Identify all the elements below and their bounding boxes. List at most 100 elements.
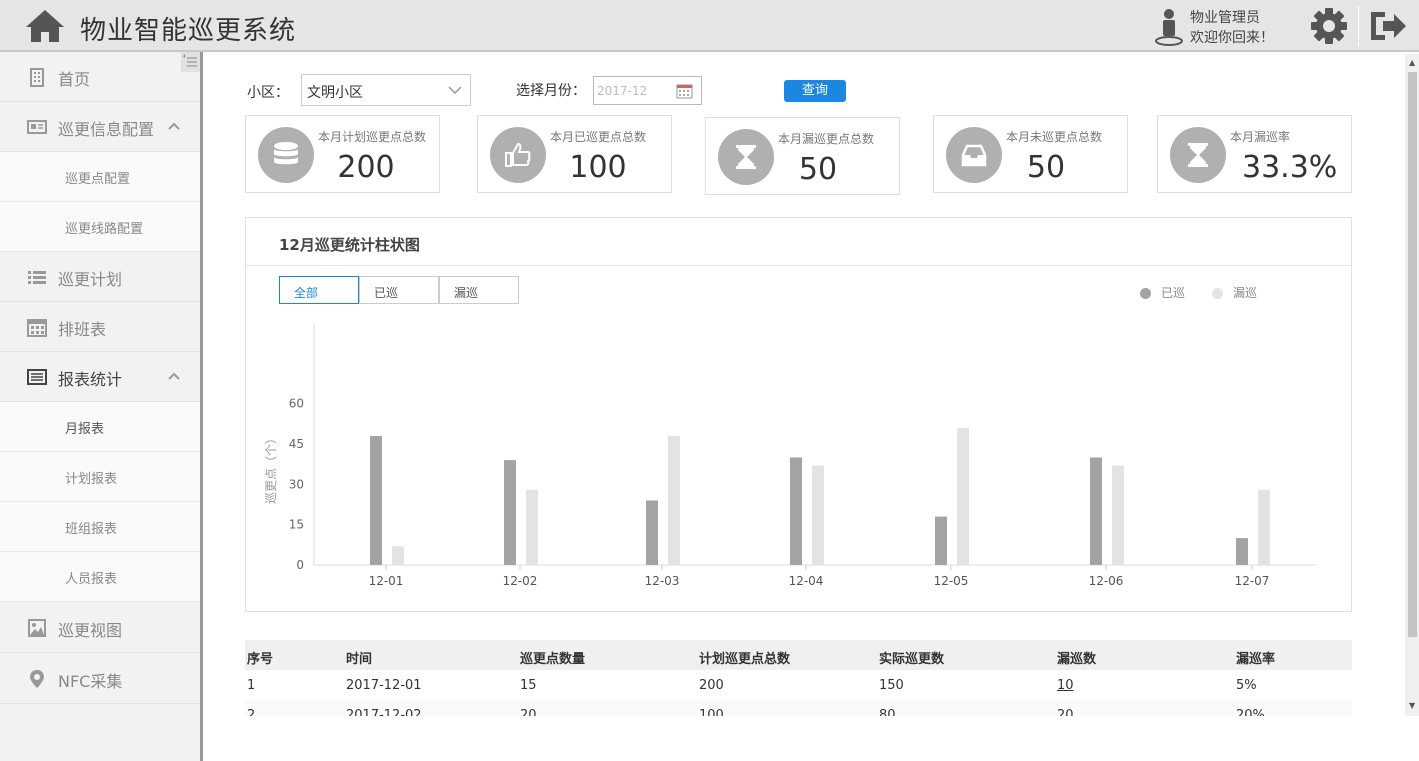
bar-missed bbox=[526, 489, 538, 565]
sidebar-subitem-monthly-report[interactable]: 月报表 bbox=[0, 402, 200, 452]
bar-patrolled bbox=[790, 457, 802, 565]
hourglass-icon bbox=[736, 145, 756, 169]
community-label: 小区： bbox=[247, 85, 289, 101]
sidebar-subitem-label: 人员报表 bbox=[65, 572, 118, 587]
chevron-up-icon bbox=[168, 372, 180, 380]
sidebar-item-label: NFC采集 bbox=[58, 672, 123, 691]
app-title: 物业智能巡更系统 bbox=[80, 16, 297, 46]
sidebar-item-patrol-config[interactable]: 巡更信息配置 bbox=[0, 102, 200, 152]
table-cell: 150 bbox=[879, 678, 904, 693]
community-select[interactable]: 文明小区 bbox=[301, 74, 471, 106]
y-tick-label: 60 bbox=[289, 397, 304, 411]
inbox-icon bbox=[961, 144, 987, 167]
table-cell: 1 bbox=[247, 678, 256, 693]
column-header: 时间 bbox=[346, 652, 373, 667]
table-row[interactable]: 1 2017-12-01 15 200 150 10 5% bbox=[245, 670, 1352, 700]
bar-missed bbox=[812, 465, 824, 565]
bar-patrolled bbox=[935, 516, 947, 565]
stat-title: 本月已巡更点总数 bbox=[550, 130, 647, 144]
sidebar-item-nfc[interactable]: NFC采集 bbox=[0, 654, 200, 704]
sidebar-subitem-team-report[interactable]: 班组报表 bbox=[0, 502, 200, 552]
x-tick-label: 12-01 bbox=[369, 574, 404, 588]
x-tick-label: 12-07 bbox=[1235, 574, 1270, 588]
bar-missed bbox=[957, 427, 969, 565]
scroll-down-arrow[interactable]: ▼ bbox=[1409, 701, 1415, 710]
y-tick-label: 45 bbox=[289, 437, 304, 451]
stat-icon-circle bbox=[490, 127, 546, 183]
sidebar-item-label: 首页 bbox=[58, 70, 91, 89]
chevron-up-icon bbox=[168, 122, 180, 130]
sidebar-item-label: 排班表 bbox=[58, 320, 107, 339]
stat-card-planned: 本月计划巡更点总数 200 bbox=[245, 115, 440, 193]
stat-value: 200 bbox=[337, 150, 395, 185]
column-header: 巡更点数量 bbox=[520, 652, 586, 667]
sidebar-subitem-label: 计划报表 bbox=[65, 472, 118, 487]
column-header: 实际巡更数 bbox=[879, 652, 945, 667]
y-axis-label: 巡更点（个） bbox=[264, 432, 278, 504]
building-icon bbox=[30, 68, 44, 87]
month-input-value: 2017-12 bbox=[597, 84, 648, 98]
bar-missed bbox=[1112, 465, 1124, 565]
bar-chart: 0 15 30 45 60 巡更点（个） 12-01 12-02 12-03 12-04 12-05… bbox=[264, 323, 1316, 588]
scrollbar-thumb[interactable] bbox=[1408, 72, 1417, 637]
scroll-up-arrow[interactable]: ▲ bbox=[1409, 58, 1415, 67]
month-input[interactable]: 2017-12 bbox=[593, 76, 702, 105]
sidebar-subitem-label: 巡更线路配置 bbox=[65, 222, 144, 237]
welcome-text: 欢迎你回来！ bbox=[1190, 30, 1274, 46]
bar-patrolled bbox=[370, 435, 382, 565]
x-tick-label: 12-02 bbox=[503, 574, 538, 588]
table-header: 序号 时间 巡更点数量 计划巡更点总数 实际巡更数 漏巡数 漏巡率 bbox=[245, 640, 1352, 670]
gear-icon[interactable] bbox=[1310, 7, 1348, 45]
hourglass-icon bbox=[1188, 143, 1208, 167]
id-card-icon bbox=[27, 120, 47, 134]
sidebar-item-label: 巡更计划 bbox=[58, 270, 123, 289]
sidebar-item-label: 报表统计 bbox=[58, 370, 123, 389]
sidebar-subitem-route-config[interactable]: 巡更线路配置 bbox=[0, 202, 200, 252]
home-icon[interactable] bbox=[24, 8, 66, 44]
bottom-area bbox=[203, 716, 1419, 761]
stat-icon-circle bbox=[258, 127, 314, 183]
sidebar-subitem-point-config[interactable]: 巡更点配置 bbox=[0, 152, 200, 202]
logout-icon[interactable] bbox=[1367, 8, 1409, 44]
bar-patrolled bbox=[1090, 457, 1102, 565]
bar-missed bbox=[668, 435, 680, 565]
stat-title: 本月漏巡更点总数 bbox=[778, 132, 875, 146]
calendar-icon[interactable] bbox=[676, 83, 693, 99]
database-icon bbox=[274, 142, 298, 165]
sidebar-item-patrol-view[interactable]: 巡更视图 bbox=[0, 603, 200, 653]
bar-patrolled bbox=[504, 460, 516, 565]
table-cell: 200 bbox=[699, 678, 724, 693]
stat-card-unpatrolled: 本月未巡更点总数 50 bbox=[933, 115, 1128, 193]
x-tick-label: 12-05 bbox=[934, 574, 969, 588]
x-tick-label: 12-04 bbox=[789, 574, 824, 588]
month-label: 选择月份： bbox=[516, 83, 586, 99]
thumbs-up-icon bbox=[505, 142, 531, 167]
calendar-icon bbox=[27, 319, 47, 337]
bar-missed bbox=[1258, 489, 1270, 565]
sidebar-item-label: 巡更视图 bbox=[58, 621, 123, 640]
report-icon bbox=[27, 369, 47, 385]
user-role: 物业管理员 bbox=[1190, 10, 1260, 26]
table-cell: 15 bbox=[520, 678, 537, 693]
sidebar-subitem-label: 月报表 bbox=[65, 422, 105, 437]
sidebar-subitem-staff-report[interactable]: 人员报表 bbox=[0, 552, 200, 602]
chevron-down-icon bbox=[448, 86, 462, 94]
stat-title: 本月计划巡更点总数 bbox=[318, 130, 427, 144]
sidebar-item-schedule[interactable]: 排班表 bbox=[0, 302, 200, 352]
stat-icon-circle bbox=[1170, 127, 1226, 183]
bar-patrolled bbox=[646, 500, 658, 565]
sidebar-item-patrol-plan[interactable]: 巡更计划 bbox=[0, 252, 200, 302]
query-button[interactable]: 查询 bbox=[784, 80, 846, 102]
stat-value: 100 bbox=[569, 150, 627, 185]
sidebar-item-home[interactable]: 首页 bbox=[0, 52, 200, 102]
image-icon bbox=[28, 619, 46, 637]
sidebar-subitem-plan-report[interactable]: 计划报表 bbox=[0, 452, 200, 502]
stat-title: 本月未巡更点总数 bbox=[1006, 130, 1103, 144]
sidebar-item-reports[interactable]: 报表统计 bbox=[0, 352, 200, 402]
stat-card-missed: 本月漏巡更点总数 50 bbox=[705, 117, 900, 195]
bar-patrolled bbox=[1236, 538, 1248, 565]
column-header: 漏巡率 bbox=[1236, 652, 1276, 667]
table-cell: 2017-12-01 bbox=[346, 678, 422, 693]
missed-count-link[interactable]: 10 bbox=[1057, 678, 1074, 693]
sidebar-subitem-label: 巡更点配置 bbox=[65, 172, 131, 187]
